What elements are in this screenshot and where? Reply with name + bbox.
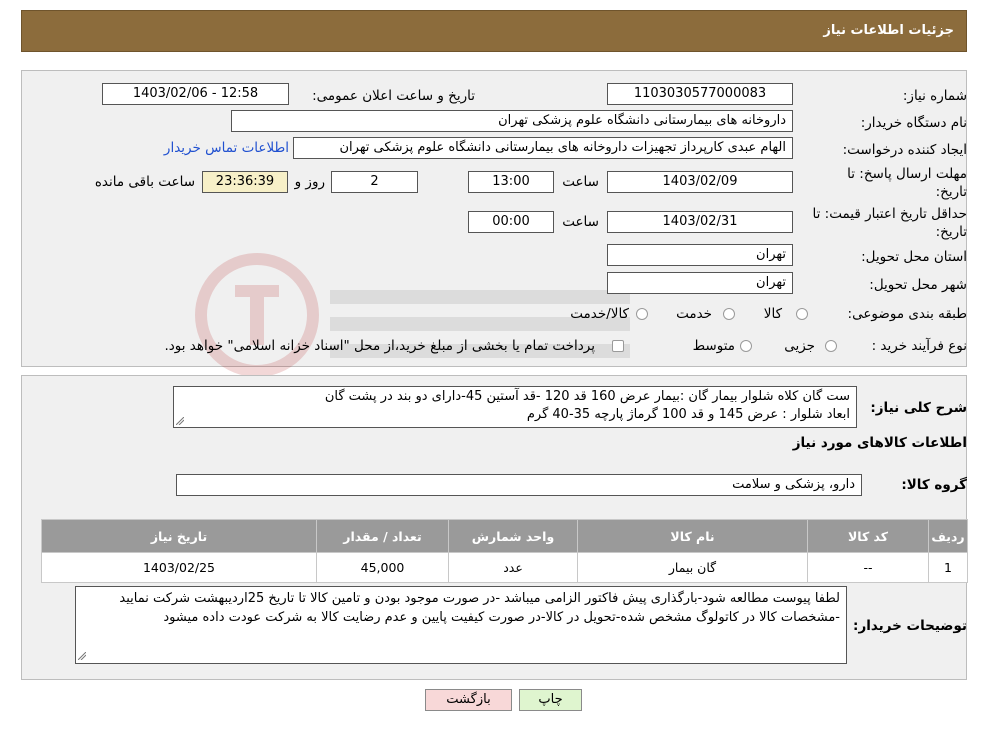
cell-unit: عدد: [448, 552, 578, 583]
category-radio-goods[interactable]: [796, 308, 808, 320]
category-radio-goods-service[interactable]: [636, 308, 648, 320]
col-need-date: تاریخ نیاز: [41, 519, 317, 553]
print-button[interactable]: چاپ: [519, 689, 582, 711]
need-number-label: شماره نیاز:: [902, 88, 967, 104]
purchase-type-label: نوع فرآیند خرید :: [871, 338, 967, 354]
buyer-org-field: داروخانه های بیمارستانی دانشگاه علوم پزش…: [231, 110, 793, 132]
cell-quantity: 45,000: [316, 552, 449, 583]
col-unit: واحد شمارش: [448, 519, 578, 553]
buyer-org-label: نام دستگاه خریدار:: [860, 115, 967, 131]
category-label: طبقه بندی موضوعی:: [847, 306, 967, 322]
deadline-time-label: ساعت: [562, 174, 599, 190]
creator-field: الهام عبدی کارپرداز تجهیزات داروخانه های…: [293, 137, 793, 159]
purchase-option-medium: متوسط: [692, 338, 735, 354]
col-code: کد کالا: [807, 519, 929, 553]
city-label: شهر محل تحویل:: [869, 277, 967, 293]
validity-time-label: ساعت: [562, 214, 599, 230]
city-field: تهران: [607, 272, 793, 294]
deadline-time-field: 13:00: [468, 171, 554, 193]
purchase-note: پرداخت تمام یا بخشی از مبلغ خرید،از محل …: [164, 338, 595, 354]
purchase-radio-medium[interactable]: [740, 340, 752, 352]
resize-grip-icon[interactable]: [78, 652, 86, 660]
days-remaining-field: 2: [331, 171, 418, 193]
category-option-goods-service: کالا/خدمت: [570, 306, 629, 322]
province-field: تهران: [607, 244, 793, 266]
remaining-time-label: ساعت باقی مانده: [94, 174, 195, 190]
resize-grip-icon[interactable]: [176, 417, 184, 425]
goods-info-title: اطلاعات کالاهای مورد نیاز: [792, 435, 967, 451]
cell-need-date: 1403/02/25: [41, 552, 317, 583]
goods-group-label: گروه کالا:: [901, 477, 967, 493]
buyer-contact-link[interactable]: اطلاعات تماس خریدار: [164, 140, 289, 156]
deadline-label-line2: تاریخ:: [935, 184, 967, 200]
validity-label-line1: حداقل تاریخ اعتبار قیمت: تا: [812, 206, 967, 222]
category-radio-service[interactable]: [723, 308, 735, 320]
purchase-option-minor: جزیی: [784, 338, 815, 354]
province-label: استان محل تحویل:: [861, 249, 967, 265]
cell-row: 1: [928, 552, 968, 583]
deadline-label-line1: مهلت ارسال پاسخ: تا: [847, 166, 967, 182]
back-button[interactable]: بازگشت: [425, 689, 512, 711]
goods-table: ردیف کد کالا نام کالا واحد شمارش تعداد /…: [41, 519, 968, 583]
announce-datetime-field: 1403/02/06 - 12:58: [102, 83, 289, 105]
purchase-radio-minor[interactable]: [825, 340, 837, 352]
remaining-time-field: 23:36:39: [202, 171, 288, 193]
validity-label-line2: تاریخ:: [935, 224, 967, 240]
need-description-textarea[interactable]: ست گان کلاه شلوار بیمار گان :بیمار عرض 1…: [173, 386, 857, 428]
need-description-label: شرح کلی نیاز:: [870, 400, 967, 416]
category-option-service: خدمت: [676, 306, 712, 322]
col-name: نام کالا: [577, 519, 808, 553]
buyer-notes-textarea[interactable]: لطفا پیوست مطالعه شود-بارگذاری پیش فاکتو…: [75, 586, 847, 664]
announce-datetime-label: تاریخ و ساعت اعلان عمومی:: [312, 88, 475, 104]
deadline-date-field: 1403/02/09: [607, 171, 793, 193]
treasury-checkbox[interactable]: [612, 340, 624, 352]
validity-time-field: 00:00: [468, 211, 554, 233]
col-row: ردیف: [928, 519, 968, 553]
cell-name: گان بیمار: [577, 552, 808, 583]
creator-label: ایجاد کننده درخواست:: [842, 142, 967, 158]
need-number-field: 1103030577000083: [607, 83, 793, 105]
goods-group-field: دارو، پزشکی و سلامت: [176, 474, 862, 496]
cell-code: --: [807, 552, 929, 583]
days-label: روز و: [294, 174, 325, 190]
buyer-notes-label: توضیحات خریدار:: [853, 618, 967, 634]
validity-date-field: 1403/02/31: [607, 211, 793, 233]
goods-table-header: ردیف کد کالا نام کالا واحد شمارش تعداد /…: [41, 519, 968, 553]
col-quantity: تعداد / مقدار: [316, 519, 449, 553]
page-title: جزئیات اطلاعات نیاز: [823, 23, 954, 38]
page-header: جزئیات اطلاعات نیاز: [21, 10, 967, 52]
table-row: 1 -- گان بیمار عدد 45,000 1403/02/25: [41, 552, 968, 583]
category-option-goods: کالا: [763, 306, 782, 322]
